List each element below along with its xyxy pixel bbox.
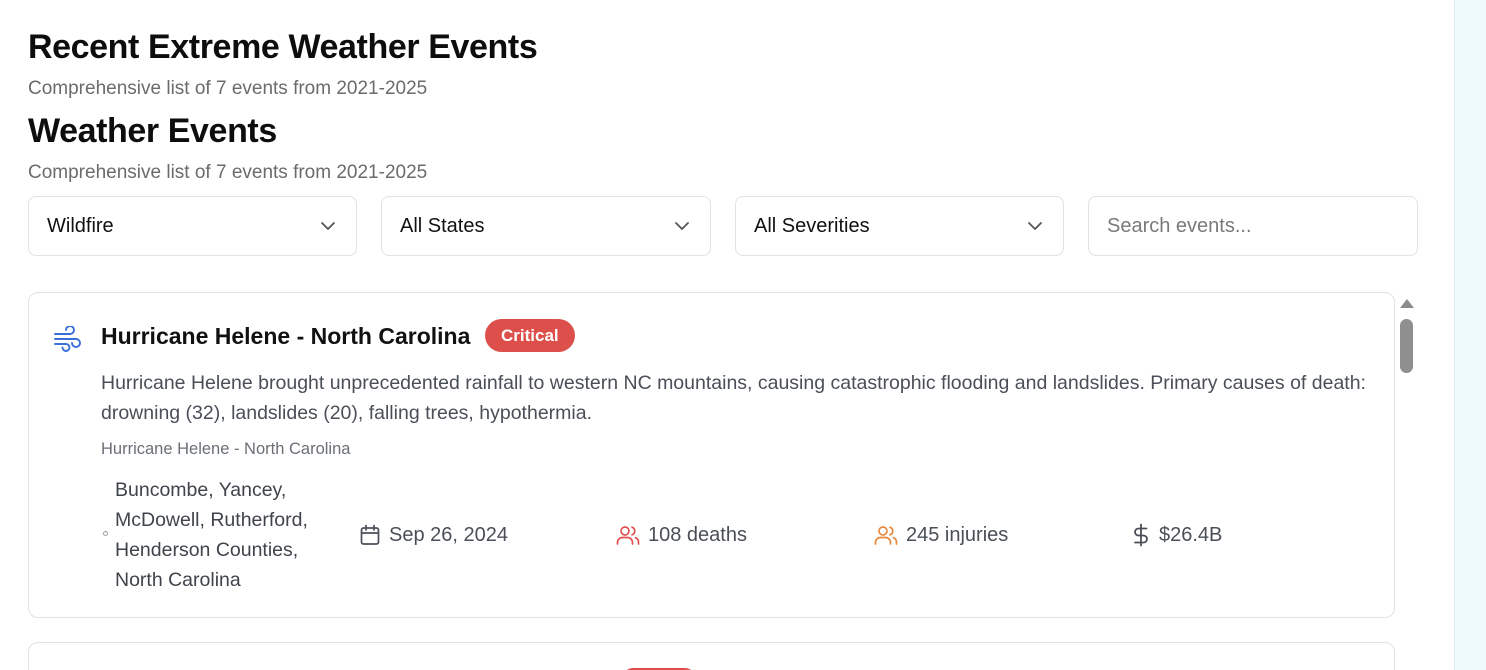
state-select[interactable]: All States — [381, 196, 711, 256]
scroll-up-arrow-icon[interactable] — [1400, 299, 1414, 308]
state-select-value: All States — [400, 214, 485, 237]
section-subtitle: Comprehensive list of 7 events from 2021… — [28, 162, 428, 183]
page-subtitle: Comprehensive list of 7 events from 2021… — [28, 78, 428, 99]
chevron-down-icon — [674, 217, 692, 235]
event-date: Sep 26, 2024 — [359, 521, 508, 549]
dollar-icon — [1134, 523, 1148, 547]
event-damage: $26.4B — [1131, 521, 1222, 549]
users-icon — [616, 526, 640, 545]
event-type-select[interactable]: Wildfire — [28, 196, 357, 256]
severity-badge: Critical — [485, 319, 575, 352]
event-title: Hurricane Helene - North Carolina — [101, 323, 471, 349]
page-title: Recent Extreme Weather Events — [28, 28, 538, 66]
event-type-select-value: Wildfire — [47, 214, 114, 237]
calendar-icon — [360, 524, 380, 545]
users-icon — [874, 526, 898, 545]
event-damage-value: $26.4B — [1159, 523, 1223, 546]
event-date-value: Sep 26, 2024 — [389, 523, 508, 546]
chevron-down-icon — [1027, 217, 1045, 235]
severity-select[interactable]: All Severities — [735, 196, 1064, 256]
event-card[interactable] — [28, 642, 1395, 670]
section-title: Weather Events — [28, 112, 277, 150]
event-card[interactable]: Hurricane Helene - North Carolina Critic… — [28, 292, 1395, 618]
event-deaths-value: 108 deaths — [648, 523, 747, 546]
event-deaths: 108 deaths — [616, 521, 747, 549]
chevron-down-icon — [320, 217, 338, 235]
wind-icon — [53, 325, 83, 352]
severity-select-value: All Severities — [754, 214, 870, 237]
event-injuries: 245 injuries — [874, 521, 1008, 549]
scrollbar[interactable] — [1398, 296, 1416, 670]
event-description: Hurricane Helene brought unprecedented r… — [101, 372, 1366, 424]
right-panel-edge — [1454, 0, 1486, 670]
map-pin-icon — [103, 531, 108, 536]
scrollbar-thumb[interactable] — [1400, 319, 1413, 373]
event-name: Hurricane Helene - North Carolina — [101, 440, 351, 458]
event-location: Buncombe, Yancey, McDowell, Rutherford, … — [115, 479, 308, 591]
search-input[interactable] — [1088, 196, 1418, 256]
event-injuries-value: 245 injuries — [906, 523, 1009, 546]
